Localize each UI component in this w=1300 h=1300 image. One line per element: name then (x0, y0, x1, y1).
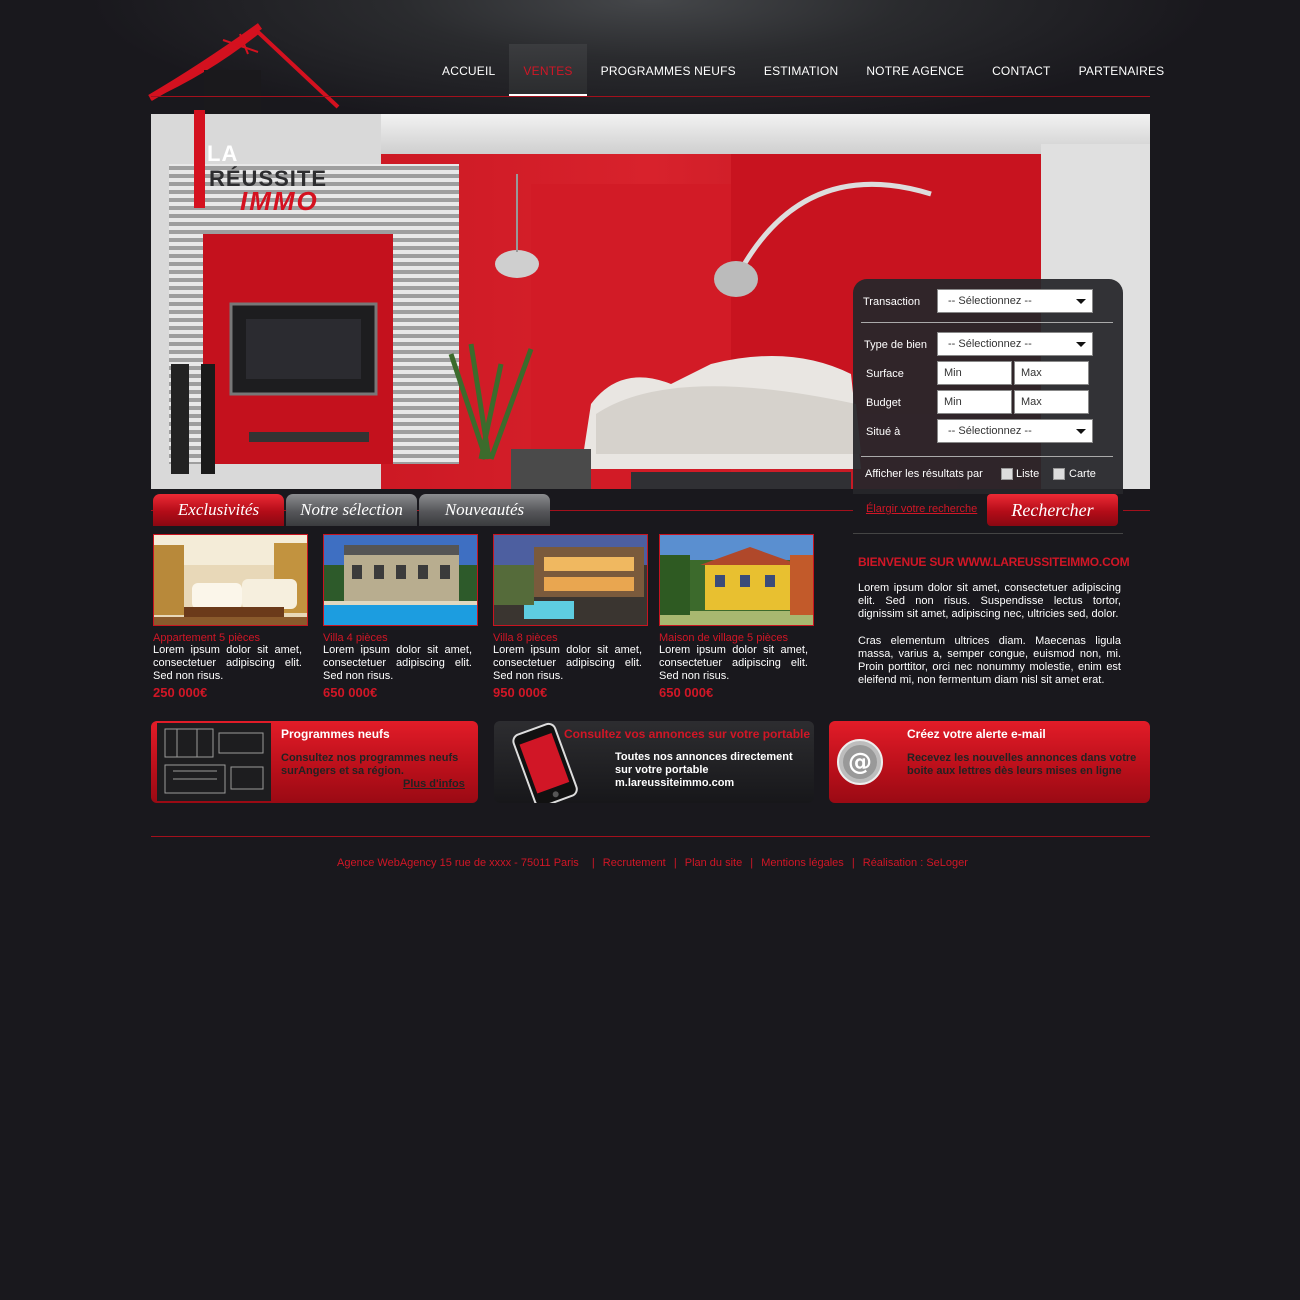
svg-text:@: @ (848, 748, 872, 776)
rechercher-button[interactable]: Rechercher (987, 494, 1118, 526)
search-divider (861, 322, 1113, 323)
promo-programmes-text: Consultez nos programmes neufs surAngers… (281, 752, 459, 777)
carte-checkbox[interactable] (1053, 468, 1065, 480)
display-label: Afficher les résultats par (865, 468, 983, 480)
tab-exclusivites[interactable]: Exclusivités (153, 494, 284, 526)
promo-alerte-text: Recevez les nouvelles annonces dans votr… (907, 752, 1137, 777)
tab-notre-selection[interactable]: Notre sélection (286, 494, 417, 526)
welcome-paragraph: Lorem ipsum dolor sit amet, consectetuer… (858, 582, 1121, 620)
footer-separator: | (750, 857, 754, 869)
promo-programmes-neufs[interactable]: Programmes neufs Consultez nos programme… (151, 721, 478, 803)
promo-alerte-title: Créez votre alerte e-mail (907, 727, 1046, 741)
footer-separator: | (591, 857, 595, 869)
type-select-value: -- Sélectionnez -- (948, 338, 1032, 350)
footer-link-plan-du-site[interactable]: Plan du site (685, 857, 742, 869)
budget-max-input[interactable]: Max (1014, 390, 1089, 414)
listing-card[interactable]: Villa 8 pièces Lorem ipsum dolor sit ame… (493, 534, 648, 700)
search-divider (861, 456, 1113, 457)
budget-label: Budget (866, 397, 901, 409)
nav-partenaires[interactable]: PARTENAIRES (1065, 44, 1179, 96)
elargir-recherche-link[interactable]: Élargir votre recherche (866, 503, 977, 515)
chevron-down-icon (1076, 342, 1086, 347)
at-sign-icon: @ (837, 739, 883, 785)
listing-card[interactable]: Maison de village 5 pièces Lorem ipsum d… (659, 534, 814, 700)
logo-bar (194, 110, 205, 208)
listing-title[interactable]: Villa 4 pièces (323, 632, 478, 644)
nav-accueil[interactable]: ACCUEIL (428, 44, 509, 96)
listing-price: 250 000€ (153, 685, 208, 700)
welcome-title: BIENVENUE SUR WWW.LAREUSSITEIMMO.COM (858, 555, 1130, 569)
search-bottom-divider (853, 533, 1123, 534)
transaction-select[interactable]: -- Sélectionnez -- (937, 289, 1093, 313)
type-label: Type de bien (864, 339, 927, 351)
surface-label: Surface (866, 368, 904, 380)
footer: Agence WebAgency 15 rue de xxxx - 75011 … (0, 857, 1300, 869)
listing-photo[interactable] (153, 534, 308, 626)
promo-mobile-title: Consultez vos annonces sur votre portabl… (564, 727, 811, 741)
blueprint-image (157, 723, 271, 801)
promo-programmes-title: Programmes neufs (281, 727, 390, 741)
logo-text-la: LA (207, 141, 239, 166)
liste-checkbox[interactable] (1001, 468, 1013, 480)
listing-price: 950 000€ (493, 685, 548, 700)
main-nav: ACCUEIL VENTES PROGRAMMES NEUFS ESTIMATI… (428, 44, 1178, 96)
listing-title[interactable]: Villa 8 pièces (493, 632, 648, 644)
footer-divider (151, 836, 1150, 837)
listing-title[interactable]: Maison de village 5 pièces (659, 632, 814, 644)
listing-price: 650 000€ (659, 685, 714, 700)
nav-ventes[interactable]: VENTES (509, 44, 587, 96)
promo-alerte-email[interactable]: @ Créez votre alerte e-mail Recevez les … (829, 721, 1150, 803)
surface-min-input[interactable]: Min (937, 361, 1012, 385)
footer-link-recrutement[interactable]: Recrutement (603, 857, 666, 869)
listing-description: Lorem ipsum dolor sit amet, consectetuer… (323, 644, 472, 682)
nav-programmes-neufs[interactable]: PROGRAMMES NEUFS (587, 44, 750, 96)
listing-description: Lorem ipsum dolor sit amet, consectetuer… (493, 644, 642, 682)
liste-label: Liste (1016, 468, 1040, 480)
listing-description: Lorem ipsum dolor sit amet, consectetuer… (153, 644, 302, 682)
tabs-divider-right (1123, 510, 1150, 511)
nav-divider (151, 96, 1150, 97)
listing-description: Lorem ipsum dolor sit amet, consectetuer… (659, 644, 808, 682)
footer-address: Agence WebAgency 15 rue de xxxx - 75011 … (337, 857, 579, 869)
plus-infos-link[interactable]: Plus d'infos (403, 778, 465, 791)
budget-min-input[interactable]: Min (937, 390, 1012, 414)
nav-contact[interactable]: CONTACT (978, 44, 1065, 96)
footer-separator: | (673, 857, 677, 869)
situe-select-value: -- Sélectionnez -- (948, 425, 1032, 437)
footer-separator: | (851, 857, 855, 869)
tab-nouveautes[interactable]: Nouveautés (419, 494, 550, 526)
listing-card[interactable]: Appartement 5 pièces Lorem ipsum dolor s… (153, 534, 308, 700)
situe-select[interactable]: -- Sélectionnez -- (937, 419, 1093, 443)
promo-mobile[interactable]: Consultez vos annonces sur votre portabl… (494, 721, 814, 803)
listing-photo[interactable] (493, 534, 648, 626)
listing-photo[interactable] (323, 534, 478, 626)
footer-link-realisation[interactable]: Réalisation : SeLoger (863, 857, 968, 869)
promo-mobile-text: Toutes nos annonces directement sur votr… (615, 751, 793, 789)
surface-max-input[interactable]: Max (1014, 361, 1089, 385)
listing-card[interactable]: Villa 4 pièces Lorem ipsum dolor sit ame… (323, 534, 478, 700)
situe-label: Situé à (866, 426, 901, 438)
listing-photo[interactable] (659, 534, 814, 626)
type-select[interactable]: -- Sélectionnez -- (937, 332, 1093, 356)
search-panel: Transaction -- Sélectionnez -- Type de b… (853, 279, 1123, 494)
transaction-label: Transaction (863, 296, 921, 308)
nav-estimation[interactable]: ESTIMATION (750, 44, 852, 96)
welcome-paragraph: Cras elementum ultrices diam. Maecenas l… (858, 635, 1121, 686)
nav-notre-agence[interactable]: NOTRE AGENCE (852, 44, 978, 96)
carte-label: Carte (1069, 468, 1096, 480)
listing-title[interactable]: Appartement 5 pièces (153, 632, 308, 644)
transaction-select-value: -- Sélectionnez -- (948, 295, 1032, 307)
logo-text-immo: IMMO (240, 186, 319, 216)
footer-link-mentions-legales[interactable]: Mentions légales (761, 857, 844, 869)
listing-price: 650 000€ (323, 685, 378, 700)
chevron-down-icon (1076, 429, 1086, 434)
chevron-down-icon (1076, 299, 1086, 304)
